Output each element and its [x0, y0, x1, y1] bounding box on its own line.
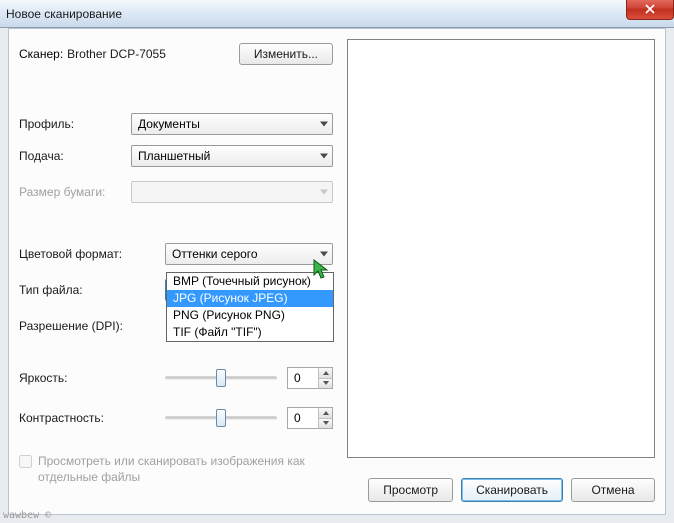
dropdown-option-jpg[interactable]: JPG (Рисунок JPEG) [167, 290, 333, 307]
brightness-row: Яркость: 0 [19, 367, 333, 389]
filetype-dropdown[interactable]: BMP (Точечный рисунок) JPG (Рисунок JPEG… [166, 272, 334, 342]
brightness-label: Яркость: [19, 371, 165, 385]
contrast-label: Контрастность: [19, 411, 165, 425]
profile-select[interactable]: Документы [131, 113, 333, 135]
change-scanner-button[interactable]: Изменить... [239, 43, 333, 65]
bottom-bar: Просмотр Сканировать Отмена [368, 478, 655, 502]
spin-up[interactable] [318, 368, 332, 379]
preview-area [347, 39, 655, 458]
dpi-label: Разрешение (DPI): [19, 319, 165, 333]
separate-files-row: Просмотреть или сканировать изображения … [19, 453, 333, 485]
watermark: wawbew © [3, 510, 51, 521]
scanner-row: Сканер: Brother DCP-7055 Изменить... [19, 43, 333, 65]
brightness-slider[interactable] [165, 367, 277, 389]
colorfmt-row: Цветовой формат: Оттенки серого [19, 243, 333, 265]
paper-row: Размер бумаги: [19, 181, 333, 203]
right-panel [347, 29, 665, 514]
scanner-label: Сканер: [19, 47, 63, 61]
cancel-button[interactable]: Отмена [571, 478, 655, 502]
slider-thumb[interactable] [216, 369, 226, 387]
spin-down[interactable] [318, 379, 332, 389]
colorfmt-select[interactable]: Оттенки серого [165, 243, 333, 265]
chevron-down-icon [320, 252, 328, 257]
dropdown-option-png[interactable]: PNG (Рисунок PNG) [167, 307, 333, 324]
profile-row: Профиль: Документы [19, 113, 333, 135]
contrast-spin[interactable]: 0 [287, 407, 333, 429]
colorfmt-value: Оттенки серого [172, 247, 258, 261]
feed-row: Подача: Планшетный [19, 145, 333, 167]
scanner-name: Brother DCP-7055 [67, 47, 166, 61]
contrast-slider[interactable] [165, 407, 277, 429]
spin-up[interactable] [318, 408, 332, 419]
titlebar: Новое сканирование [0, 0, 674, 28]
dialog-body: Сканер: Brother DCP-7055 Изменить... Про… [8, 28, 666, 515]
preview-button[interactable]: Просмотр [368, 478, 453, 502]
separate-files-label: Просмотреть или сканировать изображения … [38, 453, 333, 485]
slider-thumb[interactable] [216, 409, 226, 427]
feed-label: Подача: [19, 149, 131, 163]
brightness-value: 0 [294, 371, 301, 385]
spin-down[interactable] [318, 419, 332, 429]
close-icon [645, 4, 655, 14]
brightness-spin[interactable]: 0 [287, 367, 333, 389]
feed-value: Планшетный [138, 149, 210, 163]
filetype-label: Тип файла: [19, 283, 165, 297]
colorfmt-label: Цветовой формат: [19, 247, 165, 261]
chevron-down-icon [320, 122, 328, 127]
chevron-down-icon [320, 154, 328, 159]
left-panel: Сканер: Brother DCP-7055 Изменить... Про… [9, 29, 347, 514]
separate-files-checkbox [19, 455, 32, 468]
close-button[interactable] [626, 0, 674, 20]
contrast-value: 0 [294, 411, 301, 425]
scan-button[interactable]: Сканировать [461, 478, 563, 502]
dropdown-option-bmp[interactable]: BMP (Точечный рисунок) [167, 273, 333, 290]
window-title: Новое сканирование [6, 7, 122, 21]
profile-value: Документы [138, 117, 200, 131]
profile-label: Профиль: [19, 117, 131, 131]
paper-label: Размер бумаги: [19, 185, 131, 199]
paper-select [131, 181, 333, 203]
contrast-row: Контрастность: 0 [19, 407, 333, 429]
dropdown-option-tif[interactable]: TIF (Файл "TIF") [167, 324, 333, 341]
feed-select[interactable]: Планшетный [131, 145, 333, 167]
chevron-down-icon [320, 190, 328, 195]
